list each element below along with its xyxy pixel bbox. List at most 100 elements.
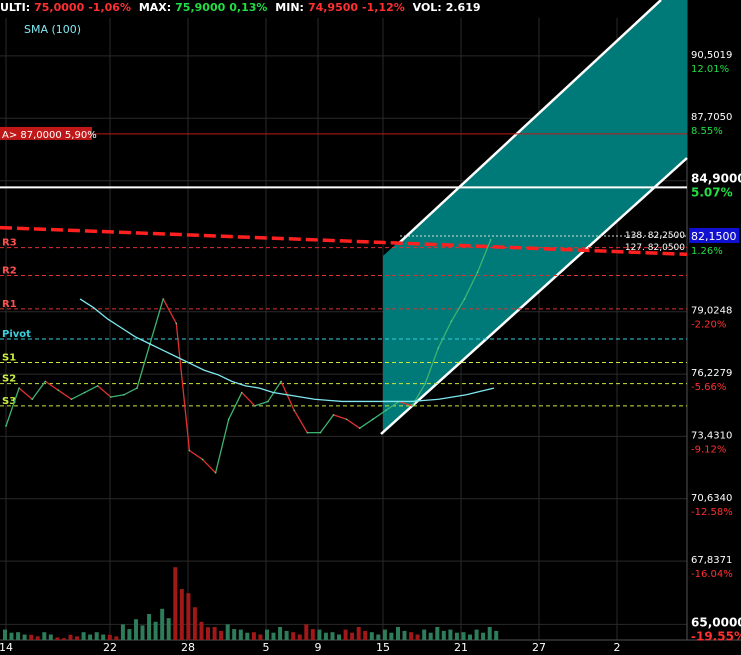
volume-bar: [9, 632, 14, 640]
price-segment: [58, 389, 72, 400]
price-point: [489, 239, 492, 241]
price-segment: [136, 343, 151, 389]
volume-bar: [396, 627, 400, 640]
price-segment: [71, 391, 85, 400]
x-tick-label: 27: [532, 641, 546, 654]
price-segment: [214, 419, 230, 473]
volume-bar: [94, 632, 99, 640]
price-segment: [149, 298, 164, 344]
volume-bar: [61, 638, 66, 640]
volume-bar: [448, 629, 453, 640]
x-tick-label: 9: [315, 641, 322, 654]
volume-bar: [199, 621, 204, 640]
price-segment: [123, 387, 138, 396]
date-axis: 14 22 28 5 9 15 21 27 2: [0, 641, 621, 654]
volume-bar: [48, 634, 53, 640]
volume-bar: [271, 632, 276, 640]
volume-bar: [16, 632, 21, 640]
volume-bar: [140, 625, 145, 640]
price-tick-pct: 8.55%: [691, 126, 723, 137]
price-tick-pct: -12.58%: [691, 507, 733, 518]
price-segment: [175, 323, 191, 451]
fib-label: 127. 82,0500: [625, 243, 685, 253]
price-axis: 90,5019 12.01% 87,7050 8.55% 84,90005.07% 79,…: [689, 50, 741, 643]
price-segment: [110, 394, 125, 398]
volume-bar: [35, 636, 40, 640]
volume-bar: [206, 627, 210, 640]
price-point: [280, 380, 282, 383]
volume-bar: [120, 624, 125, 640]
level-label-s2: S2: [2, 374, 16, 385]
volume-bar: [173, 567, 178, 640]
price-segment: [18, 387, 33, 400]
volume-bar: [330, 632, 335, 640]
volume-bar: [317, 629, 322, 640]
price-tick-pct: -9.12%: [691, 444, 726, 455]
volume-bar: [284, 630, 289, 640]
volume-bar: [186, 593, 191, 640]
price-point: [306, 431, 309, 434]
price-tick-label: 76,2279: [691, 368, 732, 379]
vol-label: VOL:: [412, 1, 442, 14]
price-tick-label: 65,0000: [691, 615, 741, 629]
level-label-r1: R1: [2, 299, 17, 310]
volume-bar: [402, 630, 407, 640]
price-point: [293, 409, 296, 412]
volume-bar: [337, 634, 341, 640]
volume-bar: [415, 634, 420, 640]
volume-bar: [291, 632, 296, 640]
price-point: [227, 418, 230, 421]
volume-bar: [468, 634, 472, 640]
volume-bar: [310, 629, 315, 640]
price-point: [175, 322, 178, 325]
volume-bars: [3, 567, 499, 640]
x-tick-label: 21: [454, 641, 468, 654]
volume-bar: [42, 632, 47, 640]
price-point: [83, 391, 86, 394]
sma-legend: SMA (100): [24, 23, 81, 36]
volume-bar: [494, 630, 499, 640]
price-point: [241, 391, 243, 394]
price-tick-label: 90,5019: [691, 50, 732, 61]
alert-label: A> 87,0000 5,90%: [2, 130, 97, 141]
price-point: [372, 418, 374, 421]
level-label-pivot: Pivot: [2, 329, 31, 340]
max-value: 75,9000: [175, 1, 226, 14]
price-tick-label: 70,6340: [691, 493, 732, 504]
price-point: [136, 387, 138, 389]
volume-bar: [88, 634, 93, 640]
price-segment: [293, 410, 308, 433]
volume-bar: [3, 629, 7, 640]
price-tick-pct: -16.04%: [691, 569, 733, 580]
volume-bar: [147, 614, 152, 640]
volume-bar: [258, 634, 263, 640]
volume-bar: [297, 634, 302, 640]
min-label: MIN:: [275, 1, 304, 14]
price-point: [319, 431, 322, 434]
price-point: [162, 298, 164, 300]
price-point: [358, 427, 361, 430]
price-point: [463, 298, 466, 300]
price-point: [70, 398, 73, 401]
volume-bar: [454, 632, 459, 640]
volume-bar: [232, 629, 237, 640]
price-point: [411, 405, 413, 407]
volume-bar: [192, 607, 197, 640]
volume-bar: [55, 637, 60, 640]
volume-bar: [179, 589, 184, 640]
price-point: [385, 409, 387, 412]
volume-bar: [441, 630, 446, 640]
price-point: [44, 380, 47, 383]
current-price-label: 82,1500: [691, 230, 737, 243]
price-point: [96, 385, 99, 387]
volume-bar: [265, 629, 269, 640]
price-tick-label: 79,0248: [691, 306, 732, 317]
price-segment: [241, 392, 256, 407]
price-segment: [162, 298, 177, 324]
price-segment: [333, 414, 347, 420]
price-tick-label: 87,7050: [691, 112, 732, 123]
chart-canvas[interactable]: A> 87,0000 5,90%R3R2R1PivotS1S2S3138. 82…: [0, 0, 741, 655]
max-change: 0,13%: [229, 1, 268, 14]
price-segment: [44, 380, 59, 391]
volume-bar: [363, 630, 368, 640]
